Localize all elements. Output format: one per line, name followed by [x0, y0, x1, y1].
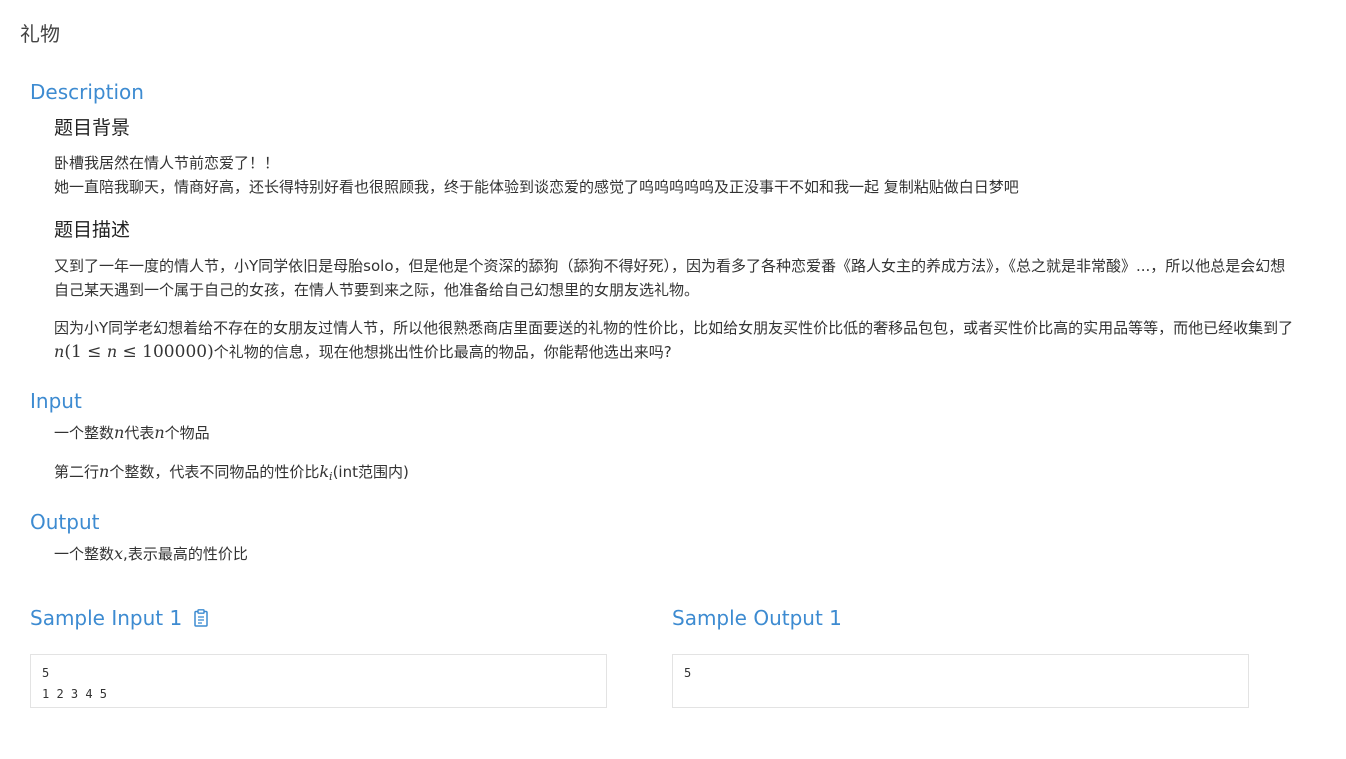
sample-output-heading: Sample Output 1: [672, 606, 842, 630]
math-n: n: [154, 423, 165, 442]
input-line-1-b: 代表: [124, 424, 155, 442]
description-subheading: 题目描述: [54, 219, 131, 241]
math-range-open: (1 ≤: [64, 342, 107, 362]
clipboard-icon-svg: [194, 609, 208, 627]
math-k: k: [319, 462, 330, 481]
background-line-1: 卧槽我居然在情人节前恋爱了！！: [54, 154, 280, 172]
input-line-1-c: 个物品: [164, 424, 210, 442]
math-range-close: ≤ 100000): [117, 342, 214, 362]
input-line-2: 第二行n个整数，代表不同物品的性价比ki(int范围内): [54, 460, 1299, 489]
output-line-1: 一个整数x,表示最高的性价比: [54, 542, 1299, 566]
background-line-2: 她一直陪我聊天，情商好高，还长得特别好看也很照顾我，终于能体验到谈恋爱的感觉了呜…: [54, 178, 1019, 196]
description-paragraph-2: 因为小Y同学老幻想着给不存在的女朋友过情人节，所以他很熟悉商店里面要送的礼物的性…: [54, 316, 1299, 364]
input-line-2-c: (int范围内): [332, 463, 409, 481]
input-line-2-b: 个整数，代表不同物品的性价比: [109, 463, 320, 481]
math-n: n: [114, 423, 125, 442]
sample-input-box[interactable]: 5 1 2 3 4 5: [30, 654, 607, 708]
description-paragraph-2-tail: 个礼物的信息，现在他想挑出性价比最高的物品，你能帮他选出来吗?: [213, 343, 672, 361]
sample-output-box[interactable]: 5: [672, 654, 1249, 708]
input-line-1: 一个整数n代表n个物品: [54, 421, 1299, 445]
input-line-2-a: 第二行: [54, 463, 100, 481]
input-line-1-a: 一个整数: [54, 424, 115, 442]
output-line-1-b: ,表示最高的性价比: [123, 545, 248, 563]
sample-input-heading: Sample Input 1: [30, 606, 208, 632]
clipboard-icon[interactable]: [194, 608, 208, 632]
output-line-1-a: 一个整数: [54, 545, 115, 563]
math-n: n: [99, 462, 110, 481]
background-text: 卧槽我居然在情人节前恋爱了！！ 她一直陪我聊天，情商好高，还长得特别好看也很照顾…: [54, 151, 1299, 199]
input-heading: Input: [30, 389, 82, 413]
page-title: 礼物: [20, 22, 60, 46]
description-paragraph-2-text: 因为小Y同学老幻想着给不存在的女朋友过情人节，所以他很熟悉商店里面要送的礼物的性…: [54, 319, 1294, 337]
math-n-2: n: [106, 342, 118, 361]
description-heading: Description: [30, 80, 144, 104]
background-heading: 题目背景: [54, 117, 131, 139]
description-paragraph-1: 又到了一年一度的情人节，小Y同学依旧是母胎solo，但是他是个资深的舔狗（舔狗不…: [54, 257, 1286, 299]
sample-input-heading-text: Sample Input 1: [30, 606, 183, 630]
output-heading: Output: [30, 510, 100, 534]
math-n: n: [54, 342, 65, 361]
math-x: x: [114, 544, 124, 563]
